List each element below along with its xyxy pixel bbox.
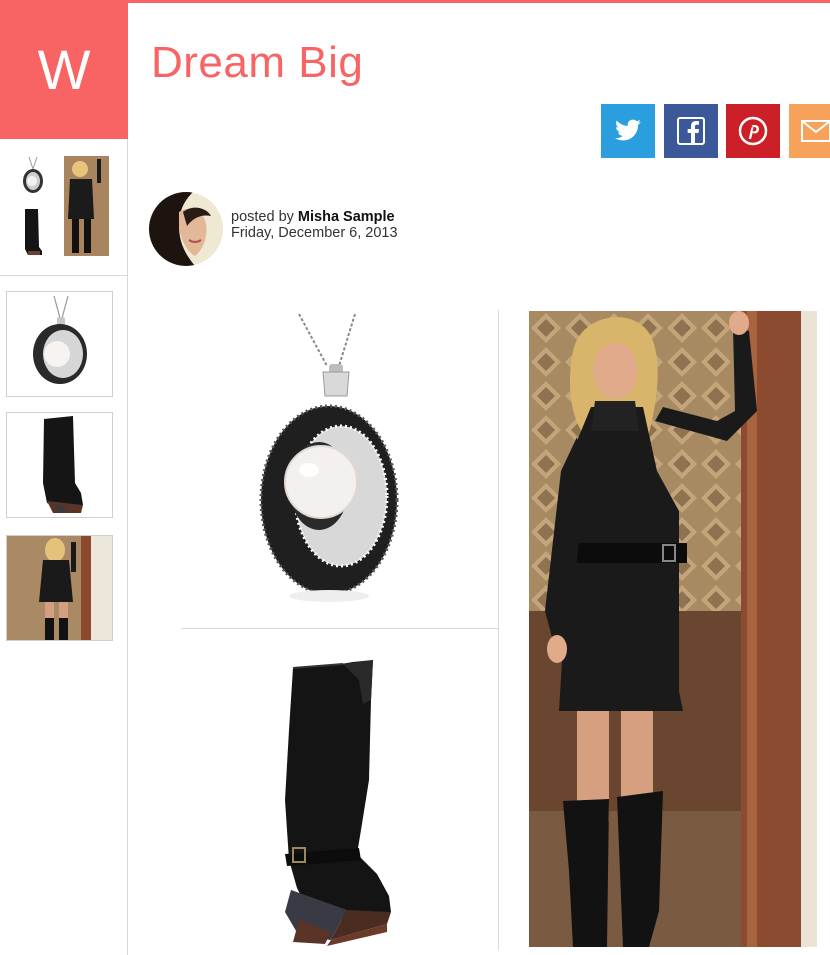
image-divider-horizontal [181, 628, 498, 629]
email-share-button[interactable] [789, 104, 830, 158]
knee-high-boot-image[interactable] [181, 640, 498, 950]
model-in-sweater-dress-image[interactable] [529, 311, 817, 947]
collage-thumbnail[interactable] [0, 139, 127, 276]
pendant-necklace-image[interactable] [181, 310, 498, 610]
email-icon [801, 120, 830, 142]
post-date: Friday, December 6, 2013 [231, 225, 398, 241]
thumbnail-boot[interactable] [6, 412, 113, 518]
facebook-share-button[interactable] [664, 104, 718, 158]
top-accent-line [128, 0, 830, 3]
post-title: Dream Big [151, 38, 364, 87]
thumbnail-pendant[interactable] [6, 291, 113, 397]
author-name[interactable]: Misha Sample [298, 209, 395, 225]
facebook-icon [677, 117, 705, 145]
posted-by-label: posted by [231, 209, 294, 225]
thumbnail-model[interactable] [6, 535, 113, 641]
image-divider-vertical [498, 310, 499, 950]
sidebar [0, 139, 128, 955]
twitter-icon [615, 119, 641, 141]
pinterest-share-button[interactable] [726, 104, 780, 158]
post-byline: posted by Misha Sample Friday, December … [231, 209, 398, 241]
author-avatar[interactable] [149, 192, 223, 266]
logo-letter: W [37, 38, 91, 101]
twitter-share-button[interactable] [601, 104, 655, 158]
pinterest-icon [738, 116, 768, 146]
site-logo[interactable]: W [0, 0, 128, 139]
